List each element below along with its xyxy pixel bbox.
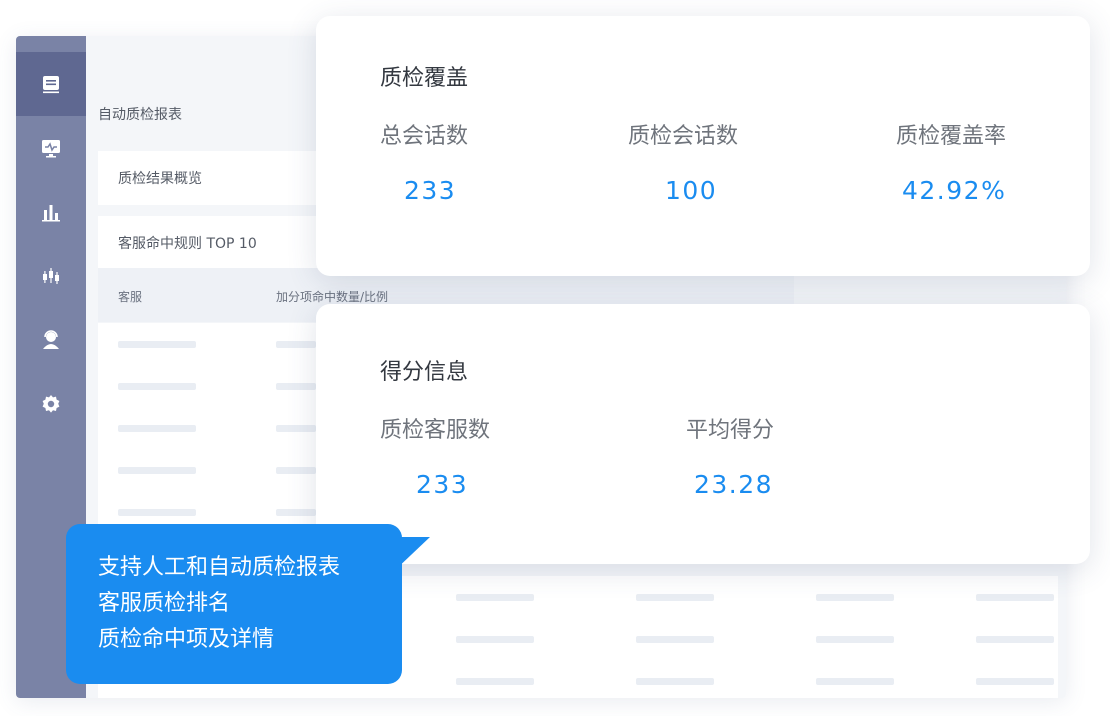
total-sessions-value: 233 xyxy=(404,176,457,205)
column-bonus-hits: 加分项命中数量/比例 xyxy=(276,290,389,304)
sidebar-item-monitor[interactable] xyxy=(16,116,86,180)
total-sessions-label: 总会话数 xyxy=(380,124,469,149)
candlestick-icon xyxy=(43,268,59,284)
score-card: 得分信息 质检客服数 233 平均得分 23.28 xyxy=(316,304,1090,564)
coverage-card: 质检覆盖 总会话数 233 质检会话数 100 质检覆盖率 42.92% xyxy=(316,16,1090,276)
coverage-card-title: 质检覆盖 xyxy=(380,66,469,91)
sidebar-item-statistics[interactable] xyxy=(16,180,86,244)
feature-callout: 支持人工和自动质检报表 客服质检排名 质检命中项及详情 xyxy=(66,524,402,684)
agent-icon xyxy=(43,330,59,349)
callout-line: 支持人工和自动质检报表 xyxy=(98,555,341,580)
average-score-label: 平均得分 xyxy=(686,418,775,443)
sidebar-item-settings[interactable] xyxy=(16,372,86,436)
sidebar-item-reports[interactable] xyxy=(16,52,86,116)
inspected-sessions-value: 100 xyxy=(665,176,718,205)
coverage-rate-label: 质检覆盖率 xyxy=(896,124,1007,149)
column-agent: 客服 xyxy=(118,290,143,304)
callout-line: 质检命中项及详情 xyxy=(98,627,275,652)
page-title: 自动质检报表 xyxy=(98,107,182,123)
gear-icon xyxy=(42,395,60,413)
score-card-title: 得分信息 xyxy=(380,360,469,385)
bar-chart-icon xyxy=(42,205,60,222)
average-score-value: 23.28 xyxy=(694,470,774,499)
report-icon xyxy=(43,76,59,94)
inspected-agents-value: 233 xyxy=(416,470,469,499)
inspected-agents-label: 质检客服数 xyxy=(380,418,491,443)
sidebar-item-agents[interactable] xyxy=(16,308,86,372)
coverage-rate-value: 42.92% xyxy=(902,176,1007,205)
sidebar-item-trends[interactable] xyxy=(16,244,86,308)
monitor-icon xyxy=(42,140,60,158)
inspected-sessions-label: 质检会话数 xyxy=(628,124,739,149)
callout-line: 客服质检排名 xyxy=(98,591,231,616)
